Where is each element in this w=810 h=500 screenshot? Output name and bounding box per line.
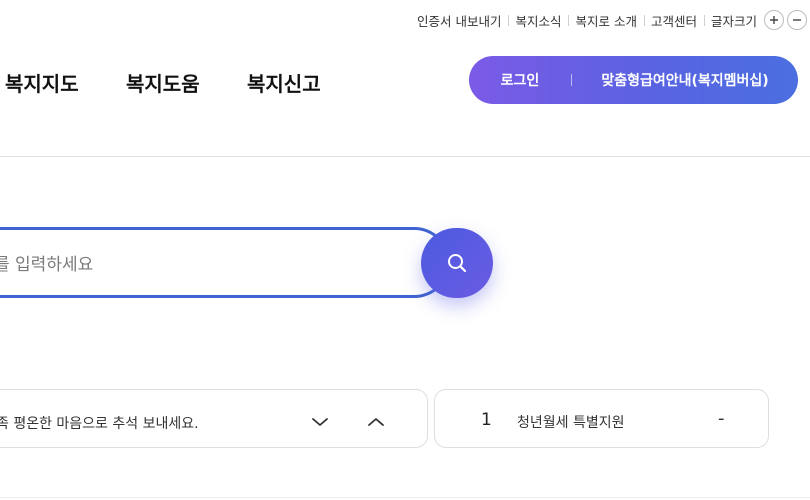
nav-item-welfare-map[interactable]: 복지지도 (5, 68, 105, 97)
util-link-news[interactable]: 복지소식 (508, 11, 568, 30)
notice-next-button[interactable] (309, 411, 331, 433)
auth-pill: 로그인 맞춤형급여안내(복지멤버십) (469, 56, 798, 104)
search-button[interactable] (421, 228, 493, 298)
util-link-cert-export[interactable]: 인증서 내보내기 (410, 11, 508, 30)
notice-prev-button[interactable] (365, 411, 387, 433)
nav-item-welfare-report[interactable]: 복지신고 (247, 68, 347, 97)
plus-icon (770, 16, 778, 24)
font-increase-button[interactable] (764, 10, 784, 30)
chevron-down-icon (312, 418, 328, 426)
bottom-divider (0, 497, 810, 498)
rank-title[interactable]: 청년월세 특별지원 (517, 412, 625, 432)
header-divider (0, 156, 810, 157)
font-size-label: 글자크기 (703, 11, 761, 30)
search-icon (448, 254, 467, 273)
chevron-up-icon (368, 418, 384, 426)
util-link-about[interactable]: 복지로 소개 (568, 11, 643, 30)
nav-item-welfare-help[interactable]: 복지도움 (126, 68, 226, 97)
search-input[interactable]: 를 입력하세요 (0, 250, 93, 275)
welfare-membership-button[interactable]: 맞춤형급여안내(복지멤버십) (572, 70, 798, 90)
rank-number: 1 (481, 410, 492, 430)
login-button[interactable]: 로그인 (469, 70, 571, 90)
util-link-customer-center[interactable]: 고객센터 (643, 11, 704, 30)
notice-text[interactable]: 족 평온한 마음으로 추석 보내세요. (0, 413, 199, 433)
utility-bar: 인증서 내보내기 복지소식 복지로 소개 고객센터 글자크기 (410, 9, 810, 31)
rank-change: - (718, 408, 725, 429)
minus-icon (793, 19, 801, 21)
font-decrease-button[interactable] (787, 10, 807, 30)
